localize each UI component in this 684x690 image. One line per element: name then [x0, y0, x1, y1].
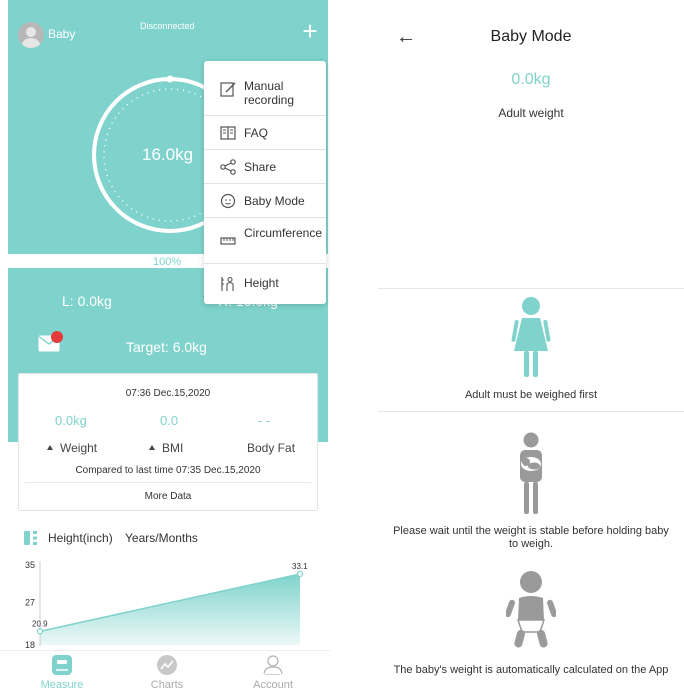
scale-icon — [52, 655, 72, 675]
divider — [25, 482, 311, 483]
weight-label[interactable]: Weight — [47, 441, 97, 455]
step-1-text: Adult must be weighed first — [464, 389, 598, 401]
adult-holding-baby-icon — [520, 432, 542, 514]
user-name[interactable]: Baby — [48, 27, 75, 41]
menu-item-height[interactable]: Height — [204, 263, 326, 304]
height-chart-units: Years/Months — [125, 531, 198, 545]
y-tick-label: 35 — [25, 560, 35, 570]
baby-face-icon — [220, 193, 236, 209]
add-menu: Manual recording FAQ Share Baby Mode Cir… — [204, 61, 326, 304]
y-tick-label: 27 — [25, 598, 35, 608]
height-point-label: 33.1 — [292, 562, 308, 571]
compare-text: Compared to last time 07:35 Dec.15,2020 — [75, 465, 261, 476]
connection-status: Disconnected — [140, 21, 195, 31]
adult-figure-icon — [511, 297, 551, 377]
body-fat-label[interactable]: Body Fat — [247, 441, 295, 455]
bmi-value: 0.0 — [160, 413, 179, 428]
divider — [378, 288, 684, 289]
height-point[interactable] — [36, 628, 44, 635]
step-3-text: The baby's weight is automatically calcu… — [393, 664, 669, 676]
person-icon — [263, 655, 283, 675]
bottom-tab-bar: Measure Charts Account — [0, 650, 330, 690]
ruler-icon — [220, 237, 236, 245]
more-data-link[interactable]: More Data — [19, 491, 317, 502]
height-point[interactable] — [296, 570, 304, 578]
menu-item-share[interactable]: Share — [204, 149, 326, 183]
ring-indicator — [166, 75, 174, 83]
divider — [378, 411, 684, 412]
share-icon — [220, 159, 236, 175]
chart-icon — [157, 655, 177, 675]
edit-icon — [220, 82, 236, 97]
home-screen: Baby Disconnected + 16.0kg 100% L: 0.0kg… — [0, 0, 330, 690]
bmi-label[interactable]: BMI — [149, 441, 183, 455]
tab-account[interactable]: Account — [218, 651, 328, 690]
menu-item-faq[interactable]: FAQ — [204, 115, 326, 149]
height-icon — [221, 276, 234, 291]
up-arrow-icon — [149, 445, 155, 450]
baby-figure-icon — [506, 571, 556, 648]
height-chart-title: Height(inch) — [48, 531, 113, 545]
measurement-card: 07:36 Dec.15,2020 0.0kg 0.0 - - Weight B… — [18, 373, 318, 511]
height-chart-icon — [24, 531, 37, 545]
adult-weight-value: 0.0kg — [511, 71, 551, 88]
body-fat-value: - - — [258, 413, 271, 428]
current-weight: 16.0kg — [142, 145, 194, 164]
weight-value: 0.0kg — [55, 413, 87, 428]
height-area — [40, 573, 300, 645]
plus-icon[interactable]: + — [298, 18, 322, 44]
menu-item-circumference[interactable]: Circumference — [204, 217, 326, 263]
up-arrow-icon — [47, 445, 53, 450]
notification-badge — [51, 331, 63, 343]
progress-percent: 100% — [153, 256, 182, 268]
tab-measure[interactable]: Measure — [7, 651, 117, 690]
target-weight[interactable]: Target: 6.0kg — [126, 339, 207, 355]
tab-charts[interactable]: Charts — [112, 651, 222, 690]
avatar[interactable] — [18, 22, 44, 48]
page-title: Baby Mode — [490, 28, 572, 45]
height-chart: 20.9 33.1 35 27 18 — [25, 560, 308, 650]
book-icon — [220, 126, 236, 140]
left-weight: L: 0.0kg — [62, 293, 112, 309]
adult-weight-label: Adult weight — [498, 106, 564, 120]
measurement-date: 07:36 Dec.15,2020 — [125, 388, 211, 399]
menu-item-baby-mode[interactable]: Baby Mode — [204, 183, 326, 217]
baby-mode-screen: ← Baby Mode 0.0kg Adult weight Adult mus… — [378, 0, 684, 690]
y-tick-label: 18 — [25, 640, 35, 650]
step-2-text: Please wait until the weight is stable b… — [393, 525, 669, 550]
menu-item-manual-recording[interactable]: Manual recording — [204, 61, 326, 115]
height-point-label: 20.9 — [32, 619, 48, 628]
